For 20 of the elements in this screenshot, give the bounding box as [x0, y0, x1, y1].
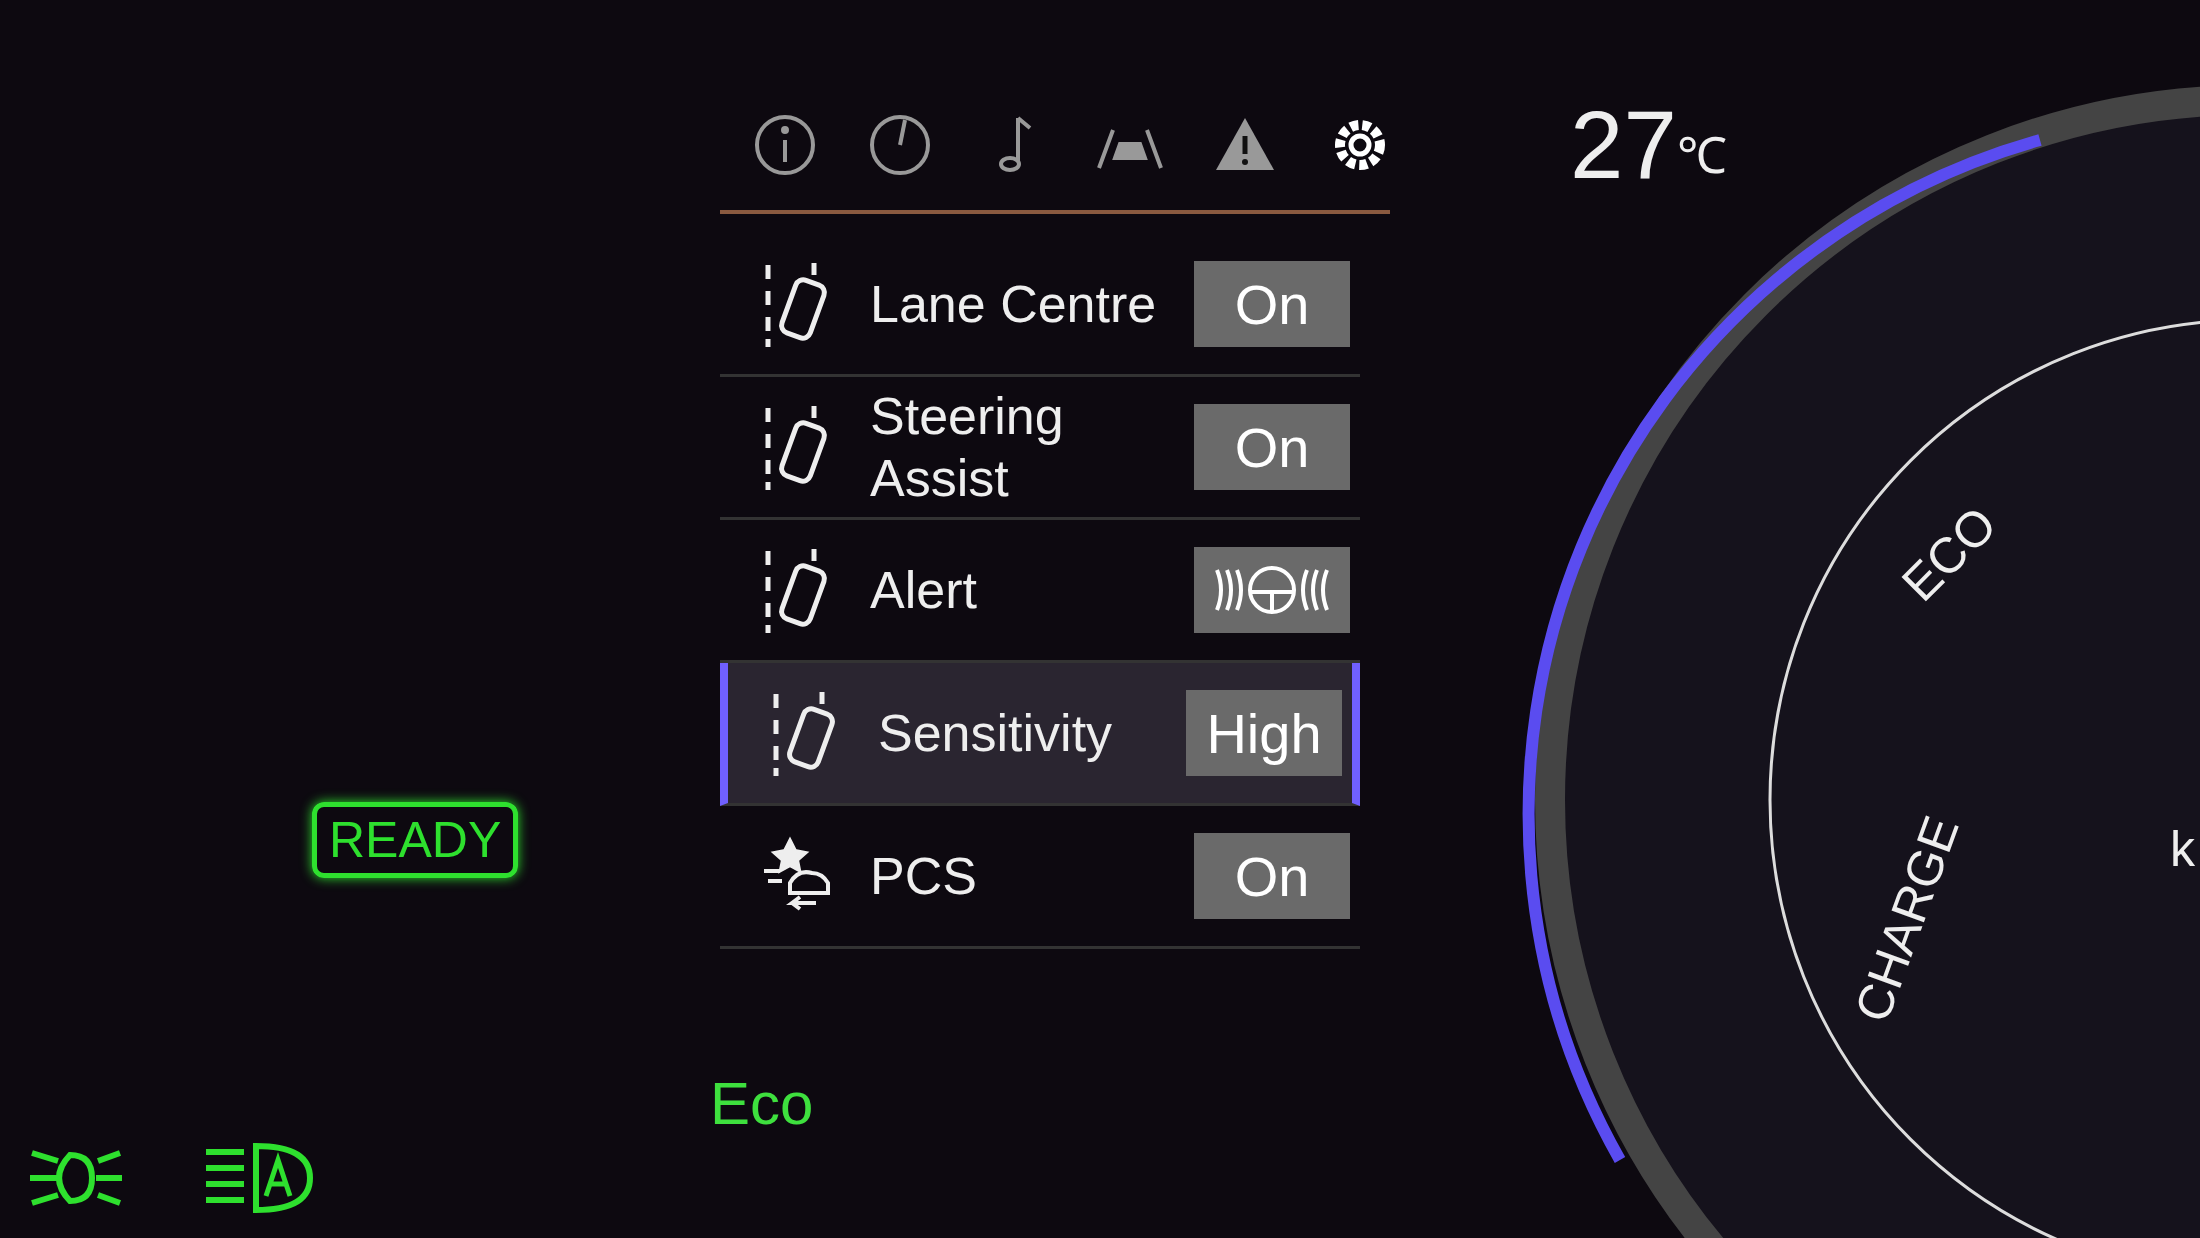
setting-label: Alert: [870, 559, 978, 621]
steering-vibration-button[interactable]: [1194, 547, 1350, 633]
setting-label: PCS: [870, 845, 978, 907]
temperature-value: 27: [1570, 90, 1677, 200]
temperature-unit: ℃: [1676, 127, 1727, 186]
setting-label: Lane Centre: [870, 273, 1158, 335]
drive-mode-label: Eco: [710, 1069, 815, 1138]
setting-value-button[interactable]: On: [1194, 833, 1350, 919]
menu-row[interactable]: Lane Centre On: [720, 234, 1360, 377]
menu-row[interactable]: PCS On: [720, 806, 1360, 949]
setting-value-button[interactable]: On: [1194, 261, 1350, 347]
setting-value-button[interactable]: High: [1186, 690, 1342, 776]
setting-value-button[interactable]: On: [1194, 404, 1350, 490]
menu-row[interactable]: Steering Assist On: [720, 377, 1360, 520]
speed-unit: k: [2170, 820, 2195, 878]
setting-label: Sensitivity: [878, 702, 1114, 764]
setting-label: Steering Assist: [870, 385, 1065, 509]
menu-row[interactable]: Sensitivity High: [720, 663, 1360, 806]
menu-row[interactable]: Alert: [720, 520, 1360, 663]
ready-indicator: READY: [312, 802, 519, 878]
